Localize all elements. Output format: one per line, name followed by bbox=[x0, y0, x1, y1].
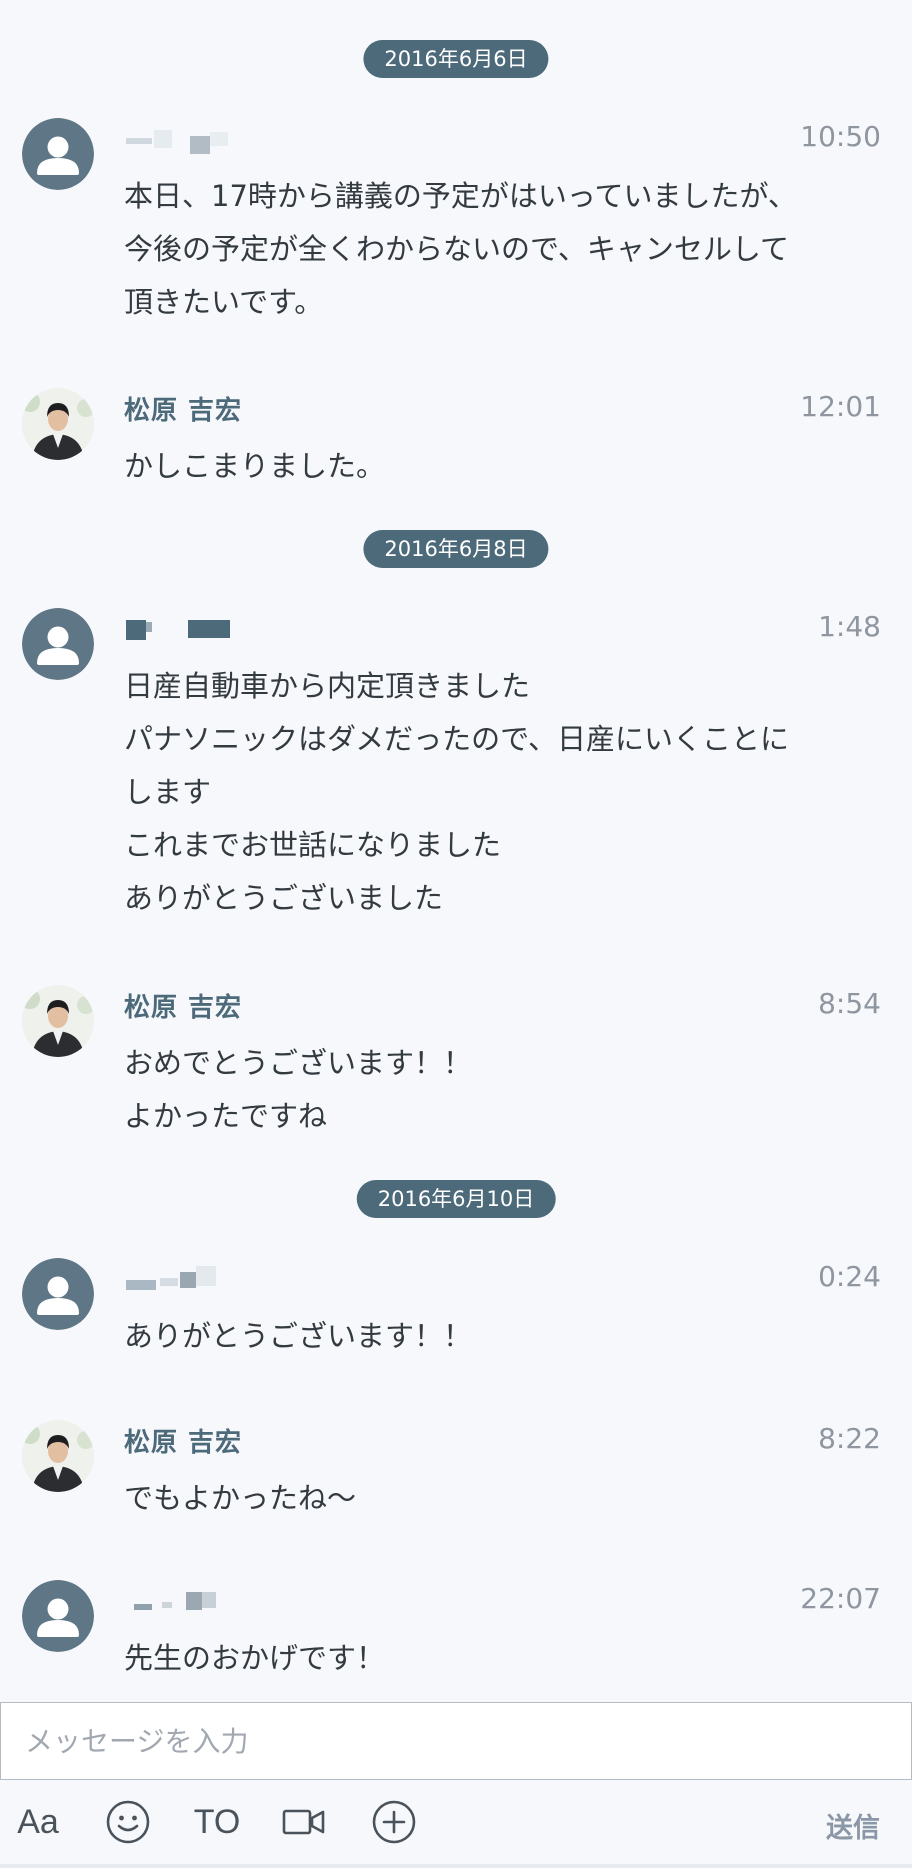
user-silhouette-icon bbox=[22, 1258, 94, 1330]
message-time: 12:01 bbox=[800, 390, 881, 423]
message-line: 先生のおかげです！ bbox=[124, 1641, 386, 1675]
user-silhouette-icon bbox=[22, 118, 94, 190]
masked-sender-name bbox=[124, 1588, 234, 1616]
message-line: 頂きたいです。 bbox=[124, 285, 324, 319]
text-format-button[interactable]: Aa bbox=[14, 1794, 62, 1850]
emoji-icon bbox=[106, 1800, 150, 1844]
message-body: おめでとうございます！！ よかったですね bbox=[124, 1037, 884, 1143]
text-format-label: Aa bbox=[17, 1802, 59, 1841]
add-icon bbox=[372, 1800, 416, 1844]
send-button[interactable]: 送信 bbox=[826, 1806, 880, 1845]
message-line: おめでとうございます！！ bbox=[124, 1046, 473, 1080]
to-mention-button[interactable]: TO bbox=[188, 1794, 246, 1850]
message-time: 8:22 bbox=[818, 1422, 881, 1455]
add-attachment-button[interactable] bbox=[368, 1794, 420, 1850]
person-photo-icon bbox=[22, 1420, 94, 1492]
message-line: パナソニックはダメだったので、日産にいくことに bbox=[124, 722, 789, 756]
message-time: 10:50 bbox=[800, 120, 881, 153]
message-input-box bbox=[0, 1702, 912, 1780]
to-label: TO bbox=[193, 1802, 241, 1841]
default-avatar[interactable] bbox=[22, 1580, 94, 1652]
user-photo-avatar[interactable] bbox=[22, 985, 94, 1057]
message-time: 0:24 bbox=[818, 1260, 881, 1293]
emoji-button[interactable] bbox=[100, 1794, 156, 1850]
user-photo-avatar[interactable] bbox=[22, 1420, 94, 1492]
message-line: かしこまりました。 bbox=[124, 449, 386, 483]
message-body: 先生のおかげです！ bbox=[124, 1632, 884, 1685]
default-avatar[interactable] bbox=[22, 608, 94, 680]
user-photo-avatar[interactable] bbox=[22, 388, 94, 460]
message-line: 日産自動車から内定頂きました bbox=[124, 669, 531, 703]
person-photo-icon bbox=[22, 985, 94, 1057]
message-time: 8:54 bbox=[818, 987, 881, 1020]
date-separator: 2016年6月8日 bbox=[363, 530, 549, 568]
message-time: 1:48 bbox=[818, 610, 881, 643]
chat-screen: 2016年6月6日 10:50 本日、17時から講義の予定がはいっていましたが、… bbox=[0, 0, 912, 1868]
message-body: ありがとうございます！！ bbox=[124, 1310, 884, 1363]
message-line: ありがとうございました bbox=[124, 881, 444, 915]
date-separator: 2016年6月10日 bbox=[356, 1180, 556, 1218]
message-line: 今後の予定が全くわからないので、キャンセルして bbox=[124, 232, 789, 266]
masked-sender-name bbox=[124, 126, 234, 154]
sender-name[interactable]: 松原 吉宏 bbox=[124, 390, 242, 427]
video-icon bbox=[282, 1809, 325, 1835]
message-input[interactable] bbox=[1, 1703, 911, 1779]
message-line: します bbox=[124, 775, 212, 809]
sender-name[interactable]: 松原 吉宏 bbox=[124, 987, 242, 1024]
composer-toolbar: Aa TO 送信 bbox=[0, 1780, 912, 1868]
message-line: 本日、17時から講義の予定がはいっていましたが、 bbox=[124, 179, 797, 213]
message-body: 日産自動車から内定頂きました パナソニックはダメだったので、日産にいくことに し… bbox=[124, 660, 884, 925]
message-body: 本日、17時から講義の予定がはいっていましたが、 今後の予定が全くわからないので… bbox=[124, 170, 884, 329]
date-separator: 2016年6月6日 bbox=[363, 40, 549, 78]
message-body: かしこまりました。 bbox=[124, 440, 884, 493]
video-call-button[interactable] bbox=[280, 1794, 328, 1850]
message-composer: Aa TO bbox=[0, 1702, 912, 1868]
masked-sender-name bbox=[124, 1266, 234, 1294]
sender-name[interactable]: 松原 吉宏 bbox=[124, 1422, 242, 1459]
user-silhouette-icon bbox=[22, 1580, 94, 1652]
default-avatar[interactable] bbox=[22, 118, 94, 190]
person-photo-icon bbox=[22, 388, 94, 460]
message-time: 22:07 bbox=[800, 1582, 881, 1615]
masked-sender-name bbox=[124, 616, 234, 644]
default-avatar[interactable] bbox=[22, 1258, 94, 1330]
message-line: これまでお世話になりました bbox=[124, 828, 502, 862]
message-line: でもよかったね〜 bbox=[124, 1481, 357, 1515]
message-line: よかったですね bbox=[124, 1099, 328, 1133]
message-body: でもよかったね〜 bbox=[124, 1472, 884, 1525]
user-silhouette-icon bbox=[22, 608, 94, 680]
message-feed[interactable]: 2016年6月6日 10:50 本日、17時から講義の予定がはいっていましたが、… bbox=[0, 0, 912, 1702]
message-line: ありがとうございます！！ bbox=[124, 1319, 473, 1353]
